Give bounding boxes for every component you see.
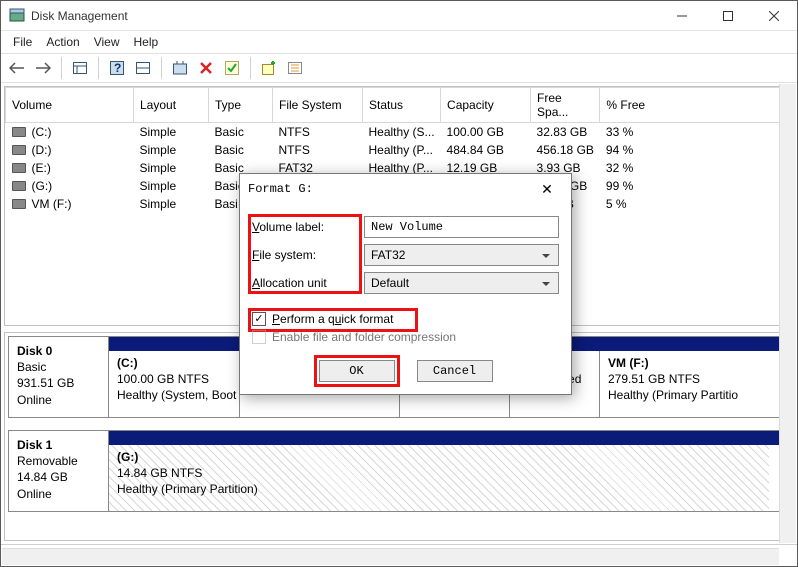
maximize-button[interactable] (705, 1, 751, 31)
ok-button[interactable]: OK (319, 360, 395, 382)
disk-row: Disk 1Removable14.84 GBOnline(G:)14.84 G… (8, 430, 790, 512)
close-button[interactable] (751, 1, 797, 31)
menu-view[interactable]: View (94, 35, 120, 49)
file-system-label: File system: (252, 248, 364, 262)
col-volume[interactable]: Volume (6, 88, 134, 123)
disk-management-window: Disk Management File Action View Help ? (0, 0, 798, 567)
drive-icon (12, 199, 26, 209)
delete-icon[interactable] (194, 56, 218, 80)
allocation-unit-select[interactable]: Default (364, 272, 559, 294)
disk-stripe (109, 431, 789, 445)
drive-icon (12, 127, 26, 137)
quick-format-label: Perform a quick format (272, 312, 393, 326)
compression-label: Enable file and folder compression (272, 330, 456, 344)
dialog-close-button[interactable]: ✕ (531, 181, 563, 198)
allocation-unit-label: Allocation unit (252, 276, 364, 290)
col-fs[interactable]: File System (273, 88, 363, 123)
horizontal-scrollbar[interactable] (2, 548, 779, 565)
cancel-button[interactable]: Cancel (417, 360, 493, 382)
format-dialog: Format G: ✕ Volume label: File system: F… (239, 173, 572, 395)
menubar: File Action View Help (1, 31, 797, 53)
menu-help[interactable]: Help (134, 35, 159, 49)
new-partition-icon[interactable] (257, 56, 281, 80)
window-title: Disk Management (31, 9, 659, 23)
menu-file[interactable]: File (13, 35, 32, 49)
titlebar: Disk Management (1, 1, 797, 31)
volume-row[interactable]: (C:)SimpleBasicNTFSHealthy (S...100.00 G… (6, 123, 793, 142)
dialog-titlebar: Format G: ✕ (240, 174, 571, 204)
toolbar: ? (1, 53, 797, 83)
help-icon[interactable]: ? (105, 56, 129, 80)
dialog-title: Format G: (248, 182, 531, 196)
disk-summary: Disk 0Basic931.51 GBOnline (9, 337, 109, 417)
drive-icon (12, 181, 26, 191)
volume-label-input[interactable] (364, 216, 559, 238)
settings-icon[interactable] (168, 56, 192, 80)
partition[interactable]: VM (F:)279.51 GB NTFSHealthy (Primary Pa… (599, 351, 769, 417)
check-icon[interactable] (220, 56, 244, 80)
drive-icon (12, 163, 26, 173)
back-button[interactable] (5, 56, 29, 80)
properties-icon[interactable] (283, 56, 307, 80)
volume-label-label: Volume label: (252, 220, 364, 234)
col-type[interactable]: Type (209, 88, 273, 123)
partition[interactable]: (C:)100.00 GB NTFSHealthy (System, Boot (109, 351, 239, 417)
col-layout[interactable]: Layout (134, 88, 209, 123)
col-free[interactable]: Free Spa... (531, 88, 600, 123)
disk-summary: Disk 1Removable14.84 GBOnline (9, 431, 109, 511)
view-toggle-icon[interactable] (68, 56, 92, 80)
compression-checkbox (252, 330, 266, 344)
col-pctfree[interactable]: % Free (600, 88, 793, 123)
layout-icon[interactable] (131, 56, 155, 80)
forward-button[interactable] (31, 56, 55, 80)
col-capacity[interactable]: Capacity (441, 88, 531, 123)
app-icon (9, 8, 25, 24)
menu-action[interactable]: Action (46, 35, 79, 49)
volume-row[interactable]: (D:)SimpleBasicNTFSHealthy (P...484.84 G… (6, 141, 793, 159)
quick-format-checkbox[interactable]: ✓ (252, 312, 266, 326)
minimize-button[interactable] (659, 1, 705, 31)
drive-icon (12, 145, 26, 155)
file-system-select[interactable]: FAT32 (364, 244, 559, 266)
col-status[interactable]: Status (363, 88, 441, 123)
svg-text:?: ? (114, 61, 121, 75)
partition[interactable]: (G:)14.84 GB NTFSHealthy (Primary Partit… (109, 445, 769, 511)
vertical-scrollbar[interactable] (779, 84, 796, 543)
